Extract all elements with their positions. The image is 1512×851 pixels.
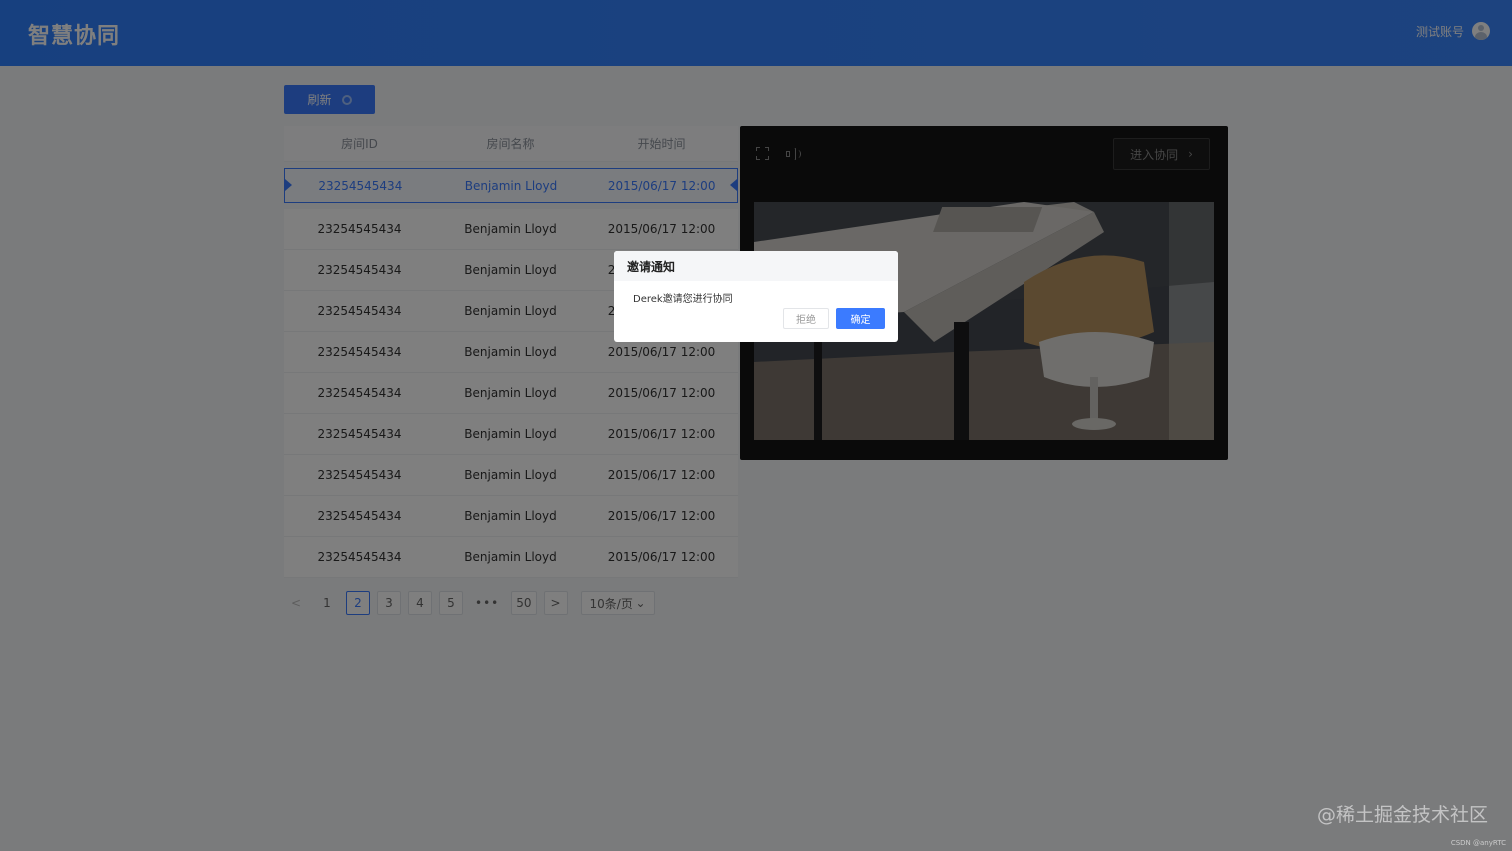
modal-overlay[interactable] (0, 0, 1512, 851)
dialog-message: Derek邀请您进行协同 (633, 294, 733, 305)
credit-text: CSDN @anyRTC (1450, 839, 1506, 847)
invite-dialog: 邀请通知 Derek邀请您进行协同 拒绝 确定 (614, 251, 898, 342)
confirm-button[interactable]: 确定 (836, 308, 885, 329)
dialog-title: 邀请通知 (614, 251, 898, 281)
watermark: @稀土掘金技术社区 (1316, 804, 1488, 826)
dialog-actions: 拒绝 确定 (783, 308, 885, 329)
reject-button[interactable]: 拒绝 (783, 308, 829, 329)
